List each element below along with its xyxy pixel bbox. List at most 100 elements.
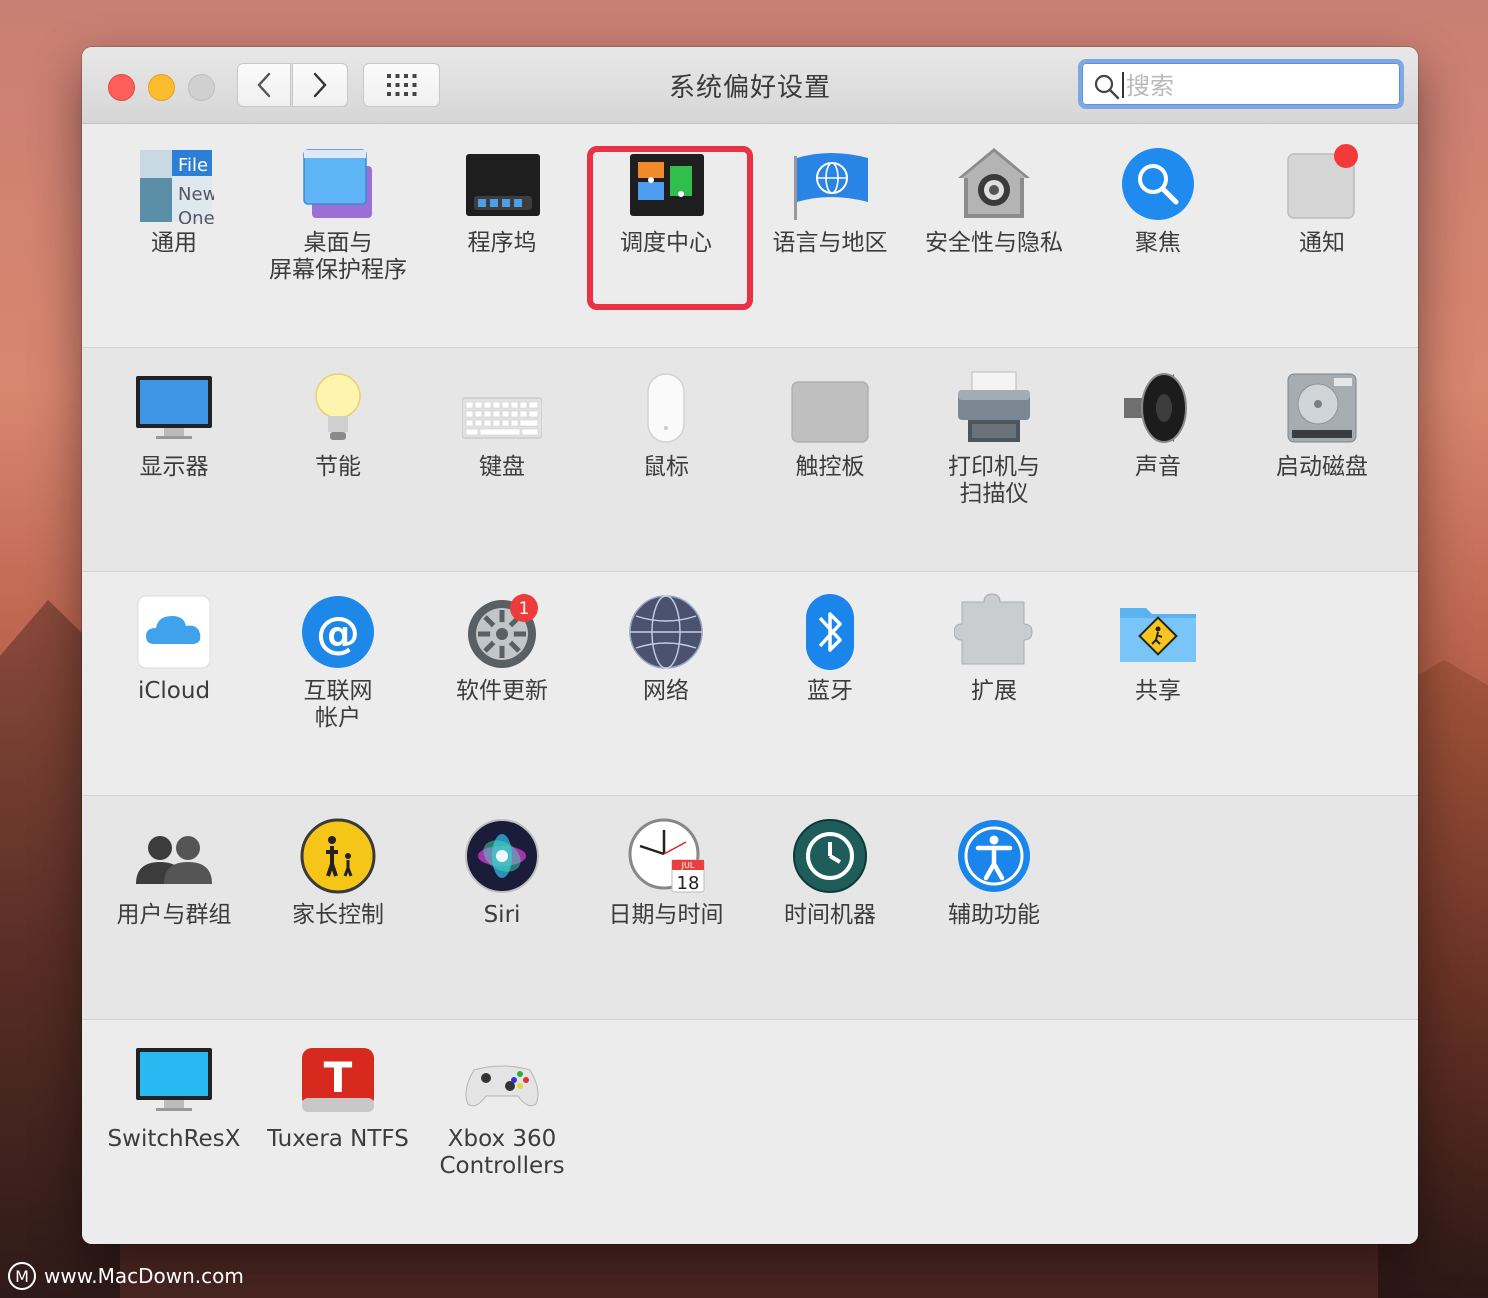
preferences-section-2: 显示器 节能 键盘 鼠标 触控板 打印机与 扫描仪 声音 启动磁盘 (82, 348, 1418, 572)
dock-icon (466, 154, 540, 216)
pref-software-update[interactable]: 1 软件更新 (420, 572, 584, 772)
pref-label: 启动磁盘 (1276, 454, 1368, 480)
update-badge-count: 1 (519, 599, 530, 619)
pref-keyboard[interactable]: 键盘 (420, 348, 584, 548)
titlebar: 系统偏好设置 (82, 47, 1418, 124)
pref-date-time[interactable]: JUL 18 日期与时间 (584, 796, 748, 996)
startup-disk-icon (1287, 373, 1357, 443)
pref-network[interactable]: 网络 (584, 572, 748, 772)
internet-accounts-icon: @ (302, 596, 374, 668)
pref-spotlight[interactable]: 聚焦 (1076, 124, 1240, 324)
pref-label: 用户与群组 (116, 902, 232, 928)
pref-general[interactable]: File New One 通用 (92, 124, 256, 324)
pref-extensions[interactable]: 扩展 (912, 572, 1076, 772)
pref-label: 声音 (1135, 454, 1181, 480)
pref-label: 打印机与 扫描仪 (948, 454, 1040, 507)
pref-sharing[interactable]: 共享 (1076, 572, 1240, 772)
pref-label: 桌面与 屏幕保护程序 (269, 230, 407, 283)
pref-language-region[interactable]: 语言与地区 (748, 124, 912, 324)
preferences-section-3: iCloud @ 互联网 帐户 1 软件更新 网络 蓝牙 扩展 共享 (82, 572, 1418, 796)
pref-label: 辅助功能 (948, 902, 1040, 928)
pref-label: 鼠标 (643, 454, 689, 480)
general-icon-new-text: New (178, 184, 214, 205)
accessibility-icon (958, 820, 1030, 892)
pref-accessibility[interactable]: 辅助功能 (912, 796, 1076, 996)
pref-switchresx[interactable]: SwitchResX (92, 1020, 256, 1220)
pref-mouse[interactable]: 鼠标 (584, 348, 748, 548)
pref-label: 键盘 (479, 454, 525, 480)
pref-xbox-controllers[interactable]: Xbox 360 Controllers (420, 1020, 584, 1220)
pref-label: 日期与时间 (608, 902, 724, 928)
system-preferences-window: 系统偏好设置 File New One 通用 (82, 47, 1418, 1244)
pref-energy-saver[interactable]: 节能 (256, 348, 420, 548)
security-privacy-icon (958, 148, 1030, 218)
desktop-screensaver-icon (303, 149, 372, 218)
pref-label: 家长控制 (292, 902, 384, 928)
displays-icon (136, 376, 212, 439)
preferences-section-other: SwitchResX T Tuxera NTFS Xbox 360 Contro… (82, 1020, 1418, 1244)
general-icon-file-text: File (178, 155, 208, 176)
pref-label: 共享 (1135, 678, 1181, 704)
printers-scanners-icon (958, 371, 1030, 442)
pref-label: 时间机器 (784, 902, 876, 928)
pref-trackpad[interactable]: 触控板 (748, 348, 912, 548)
pref-security-privacy[interactable]: 安全性与隐私 (912, 124, 1076, 324)
pref-startup-disk[interactable]: 启动磁盘 (1240, 348, 1404, 548)
pref-label: 通用 (151, 230, 197, 256)
sharing-icon (1120, 608, 1196, 662)
pref-dock[interactable]: 程序坞 (420, 124, 584, 324)
pref-printers-scanners[interactable]: 打印机与 扫描仪 (912, 348, 1076, 548)
search-icon (1094, 74, 1120, 100)
notifications-icon (1287, 144, 1358, 219)
tuxera-ntfs-icon: T (302, 1048, 374, 1112)
pref-label: 节能 (315, 454, 361, 480)
search-input[interactable] (1124, 67, 1388, 105)
users-groups-icon (136, 836, 212, 884)
watermark: M www.MacDown.com (8, 1262, 244, 1290)
pref-label: 蓝牙 (807, 678, 853, 704)
pref-label: 触控板 (795, 454, 865, 480)
network-icon (629, 595, 703, 669)
preferences-section-4: 用户与群组 家长控制 Siri JUL 18 日期与时间 时间机器 辅助功能 (82, 796, 1418, 1020)
highlight-box (587, 146, 753, 310)
language-region-icon (794, 153, 868, 220)
pref-label: iCloud (137, 678, 211, 704)
pref-label: 通知 (1299, 230, 1345, 256)
pref-label: 程序坞 (467, 230, 537, 256)
pref-parental-controls[interactable]: 家长控制 (256, 796, 420, 996)
svg-text:T: T (324, 1053, 353, 1102)
preferences-section-1: File New One 通用 桌面与 屏幕保护程序 程序坞 调度中心 语言与地… (82, 124, 1418, 348)
pref-tuxera-ntfs[interactable]: T Tuxera NTFS (256, 1020, 420, 1220)
pref-label: Siri (483, 902, 521, 928)
pref-bluetooth[interactable]: 蓝牙 (748, 572, 912, 772)
siri-icon (465, 819, 539, 893)
pref-siri[interactable]: Siri (420, 796, 584, 996)
pref-label: Xbox 360 Controllers (439, 1126, 565, 1179)
date-time-icon: JUL 18 (628, 818, 705, 894)
switchresx-icon (136, 1048, 212, 1111)
time-machine-icon (793, 819, 867, 893)
pref-displays[interactable]: 显示器 (92, 348, 256, 548)
pref-label: 聚焦 (1135, 230, 1181, 256)
pref-label: 显示器 (139, 454, 209, 480)
keyboard-icon (462, 397, 542, 439)
pref-label: 软件更新 (456, 678, 548, 704)
pref-label: 扩展 (971, 678, 1017, 704)
pref-internet-accounts[interactable]: @ 互联网 帐户 (256, 572, 420, 772)
icloud-icon (137, 595, 211, 669)
pref-sound[interactable]: 声音 (1076, 348, 1240, 548)
search-field[interactable] (1078, 59, 1404, 109)
pref-notifications[interactable]: 通知 (1240, 124, 1404, 324)
calendar-day: 18 (677, 873, 700, 894)
extensions-icon (954, 593, 1033, 665)
pref-time-machine[interactable]: 时间机器 (748, 796, 912, 996)
pref-label: 语言与地区 (772, 230, 888, 256)
pref-icloud[interactable]: iCloud (92, 572, 256, 772)
energy-saver-icon (315, 373, 361, 440)
pref-desktop-screensaver[interactable]: 桌面与 屏幕保护程序 (256, 124, 420, 324)
pref-label: Tuxera NTFS (267, 1126, 409, 1152)
pref-label: SwitchResX (107, 1126, 241, 1152)
pref-label: 网络 (643, 678, 689, 704)
pref-users-groups[interactable]: 用户与群组 (92, 796, 256, 996)
trackpad-icon (791, 381, 869, 443)
